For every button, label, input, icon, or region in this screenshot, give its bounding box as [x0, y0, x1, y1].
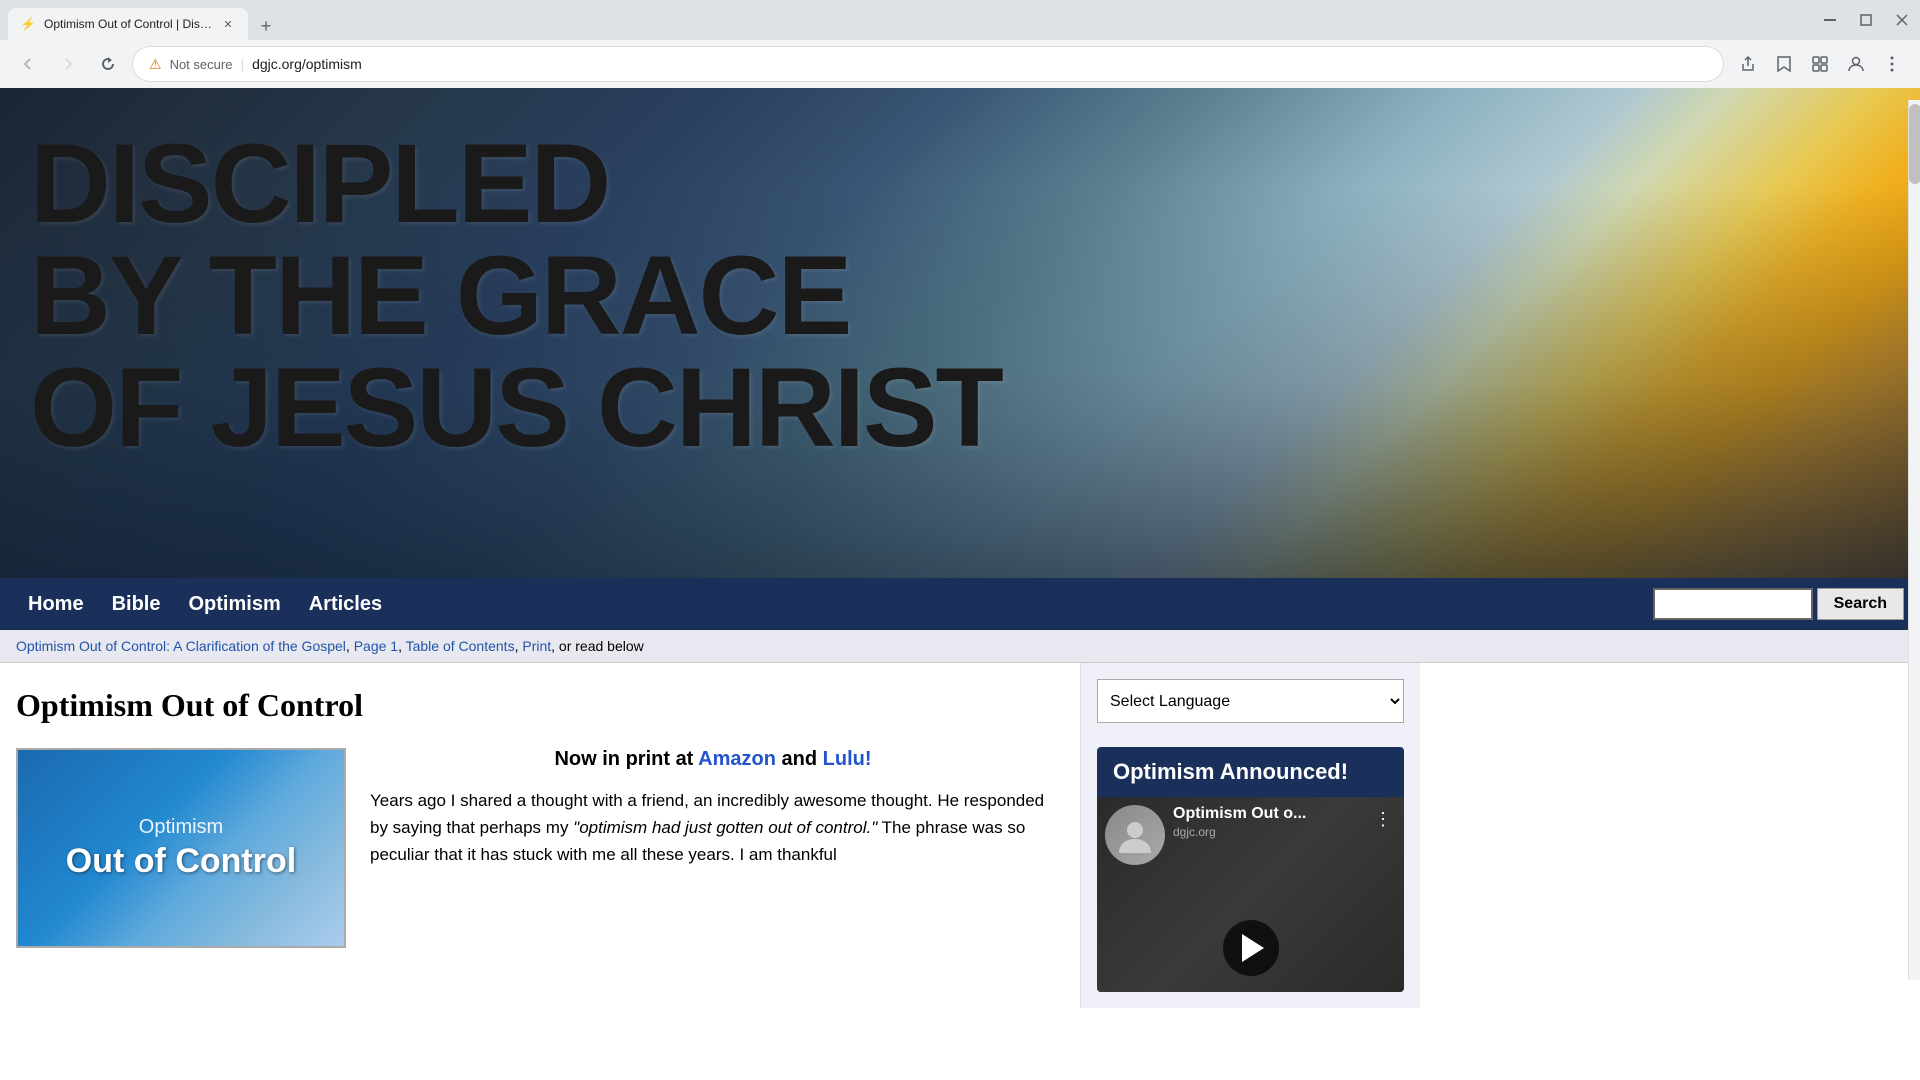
active-tab[interactable]: ⚡ Optimism Out of Control | Discip ✕	[8, 8, 248, 40]
reload-button[interactable]	[92, 48, 124, 80]
scrollbar-thumb[interactable]	[1909, 104, 1920, 184]
video-avatar	[1105, 805, 1165, 865]
tab-favicon: ⚡	[20, 16, 36, 32]
hero-title-line2: BY THE GRACE	[30, 240, 1002, 352]
maximize-button[interactable]	[1856, 10, 1876, 30]
browser-titlebar: ⚡ Optimism Out of Control | Discip ✕ +	[0, 0, 1920, 40]
window-controls	[1820, 10, 1912, 30]
security-text: Not secure	[170, 57, 233, 72]
video-widget-title: Optimism Announced!	[1097, 747, 1404, 797]
book-cover-title: Out of Control	[66, 843, 296, 880]
hero-title-line3: OF JESUS CHRIST	[30, 352, 1002, 464]
forward-button[interactable]	[52, 48, 84, 80]
breadcrumb-page-link[interactable]: Page 1	[354, 638, 398, 654]
article-text-area: Now in print at Amazon and Lulu! Years a…	[370, 748, 1056, 869]
hero-title-line1: DISCIPLED	[30, 128, 1002, 240]
article-area: Optimism Out of Control Optimism Out of …	[0, 663, 1080, 1008]
breadcrumb-toc-link[interactable]: Table of Contents	[406, 638, 515, 654]
address-bar[interactable]: ⚠ Not secure | dgjc.org/optimism	[132, 46, 1724, 82]
bookmark-button[interactable]	[1768, 48, 1800, 80]
print-availability: Now in print at Amazon and Lulu!	[370, 748, 1056, 771]
close-button[interactable]	[1892, 10, 1912, 30]
video-widget: Optimism Announced! Optimism Out o...	[1097, 747, 1404, 992]
hero-text: DISCIPLED BY THE GRACE OF JESUS CHRIST	[0, 108, 1032, 484]
book-cover-line1: Optimism	[139, 815, 223, 839]
page-content: DISCIPLED BY THE GRACE OF JESUS CHRIST H…	[0, 88, 1920, 1008]
menu-button[interactable]	[1876, 48, 1908, 80]
search-button[interactable]: Search	[1817, 588, 1904, 620]
nav-home[interactable]: Home	[16, 585, 96, 624]
search-input[interactable]	[1653, 588, 1813, 620]
browser-toolbar: ⚠ Not secure | dgjc.org/optimism	[0, 40, 1920, 88]
nav-articles[interactable]: Articles	[297, 585, 394, 624]
video-menu-button[interactable]: ⋮	[1370, 805, 1396, 834]
breadcrumb-bar: Optimism Out of Control: A Clarification…	[0, 630, 1920, 663]
tab-close-button[interactable]: ✕	[220, 16, 236, 32]
video-play-button[interactable]	[1223, 920, 1279, 976]
nav-bible[interactable]: Bible	[100, 585, 173, 624]
amazon-link[interactable]: Amazon	[698, 748, 776, 770]
article-body-text: Years ago I shared a thought with a frie…	[370, 787, 1056, 869]
language-select[interactable]: Select Language English Spanish French G…	[1097, 679, 1404, 723]
main-content: Optimism Out of Control Optimism Out of …	[0, 663, 1920, 1008]
nav-optimism[interactable]: Optimism	[176, 585, 292, 624]
extensions-button[interactable]	[1804, 48, 1836, 80]
url-display[interactable]: dgjc.org/optimism	[252, 56, 362, 72]
new-tab-button[interactable]: +	[252, 12, 280, 40]
tab-area: ⚡ Optimism Out of Control | Discip ✕ +	[8, 0, 280, 40]
article-title: Optimism Out of Control	[16, 687, 1056, 724]
share-button[interactable]	[1732, 48, 1764, 80]
profile-button[interactable]	[1840, 48, 1872, 80]
lulu-link[interactable]: Lulu!	[823, 748, 872, 770]
italic-phrase: "optimism had just gotten out of control…	[573, 818, 877, 837]
breadcrumb-print-link[interactable]: Print	[522, 638, 551, 654]
back-button[interactable]	[12, 48, 44, 80]
tab-title: Optimism Out of Control | Discip	[44, 17, 212, 31]
article-body: Optimism Out of Control Now in print at …	[16, 748, 1056, 948]
minimize-button[interactable]	[1820, 10, 1840, 30]
video-thumbnail[interactable]: Optimism Out o... dgjc.org ⋮	[1097, 797, 1404, 992]
nav-links: Home Bible Optimism Articles	[16, 585, 394, 624]
nav-bar: Home Bible Optimism Articles Search	[0, 578, 1920, 630]
url-separator: |	[240, 56, 244, 72]
toolbar-actions	[1732, 48, 1908, 80]
browser-chrome: ⚡ Optimism Out of Control | Discip ✕ +	[0, 0, 1920, 88]
sidebar: Select Language English Spanish French G…	[1080, 663, 1420, 1008]
hero-banner: DISCIPLED BY THE GRACE OF JESUS CHRIST	[0, 88, 1920, 578]
video-site-label: dgjc.org	[1173, 825, 1362, 839]
security-icon: ⚠	[149, 56, 162, 73]
video-title-text: Optimism Out o...	[1173, 805, 1362, 823]
video-info: Optimism Out o... dgjc.org	[1173, 805, 1362, 839]
scrollbar[interactable]	[1908, 100, 1920, 980]
language-select-wrapper: Select Language English Spanish French G…	[1097, 679, 1404, 723]
breadcrumb-suffix: , or read below	[551, 638, 644, 654]
nav-search-area: Search	[1653, 588, 1904, 620]
book-cover: Optimism Out of Control	[16, 748, 346, 948]
breadcrumb-book-link[interactable]: Optimism Out of Control: A Clarification…	[16, 638, 346, 654]
